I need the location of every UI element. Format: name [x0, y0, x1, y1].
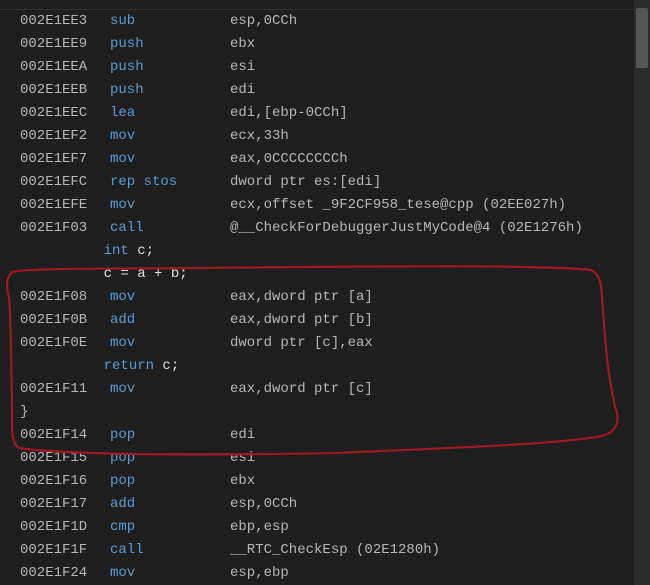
asm-line[interactable]: 002E1EE9pushebx: [20, 33, 630, 56]
mnemonic: push: [110, 33, 230, 56]
keyword: return: [104, 358, 154, 374]
scrollbar-thumb[interactable]: [636, 8, 648, 68]
asm-line[interactable]: 002E1EF2movecx,33h: [20, 125, 630, 148]
address: 002E1EEB: [20, 79, 110, 102]
address: 002E1EEA: [20, 56, 110, 79]
operand: edi,[ebp-0CCh]: [230, 102, 348, 125]
address: 002E1EFC: [20, 171, 110, 194]
address: 002E1F03: [20, 217, 110, 240]
address: 002E1F08: [20, 286, 110, 309]
operand: dword ptr [c],eax: [230, 332, 373, 355]
asm-line[interactable]: 002E1EECleaedi,[ebp-0CCh]: [20, 102, 630, 125]
address: 002E1F14: [20, 424, 110, 447]
operand: esp,0CCh: [230, 10, 297, 33]
operand: esp,0CCh: [230, 493, 297, 516]
keyword: int: [104, 243, 129, 259]
asm-line[interactable]: 002E1F11moveax,dword ptr [c]: [20, 378, 630, 401]
operand: ecx,offset _9F2CF958_tese@cpp (02EE027h): [230, 194, 566, 217]
address: 002E1EEC: [20, 102, 110, 125]
mnemonic: mov: [110, 378, 230, 401]
operand: ebx: [230, 33, 255, 56]
address: 002E1F24: [20, 562, 110, 585]
mnemonic: mov: [110, 148, 230, 171]
operand: @__CheckForDebuggerJustMyCode@4 (02E1276…: [230, 217, 583, 240]
asm-line[interactable]: 002E1F24movesp,ebp: [20, 562, 630, 585]
asm-line[interactable]: 002E1EEApushesi: [20, 56, 630, 79]
asm-line[interactable]: 002E1F17addesp,0CCh: [20, 493, 630, 516]
mnemonic: pop: [110, 424, 230, 447]
address: 002E1EF2: [20, 125, 110, 148]
source-line[interactable]: int c;: [20, 240, 630, 263]
asm-line[interactable]: 002E1EF7moveax,0CCCCCCCCh: [20, 148, 630, 171]
operand: eax,dword ptr [a]: [230, 286, 373, 309]
asm-line[interactable]: 002E1F15popesi: [20, 447, 630, 470]
mnemonic: cmp: [110, 516, 230, 539]
asm-line[interactable]: 002E1F0Emovdword ptr [c],eax: [20, 332, 630, 355]
operand: ecx,33h: [230, 125, 289, 148]
source-line[interactable]: return c;: [20, 355, 630, 378]
mnemonic: push: [110, 56, 230, 79]
asm-line[interactable]: 002E1EEBpushedi: [20, 79, 630, 102]
address: 002E1F17: [20, 493, 110, 516]
asm-line[interactable]: 002E1F03call@__CheckForDebuggerJustMyCod…: [20, 217, 630, 240]
mnemonic: call: [110, 539, 230, 562]
mnemonic: add: [110, 309, 230, 332]
scrollbar-track[interactable]: [634, 0, 650, 585]
closing-brace[interactable]: }: [20, 401, 630, 424]
address: 002E1EE3: [20, 10, 110, 33]
operand: dword ptr es:[edi]: [230, 171, 381, 194]
source-line[interactable]: c = a + b;: [20, 263, 630, 286]
address: 002E1F0B: [20, 309, 110, 332]
mnemonic: pop: [110, 470, 230, 493]
mnemonic: rep stos: [110, 171, 230, 194]
operand: esi: [230, 56, 255, 79]
mnemonic: lea: [110, 102, 230, 125]
operand: ebp,esp: [230, 516, 289, 539]
mnemonic: mov: [110, 125, 230, 148]
address: 002E1F0E: [20, 332, 110, 355]
operand: eax,0CCCCCCCCh: [230, 148, 348, 171]
address: 002E1EE9: [20, 33, 110, 56]
operand: eax,dword ptr [c]: [230, 378, 373, 401]
asm-line[interactable]: 002E1EE3subesp,0CCh: [20, 10, 630, 33]
mnemonic: call: [110, 217, 230, 240]
asm-line[interactable]: 002E1F1Dcmpebp,esp: [20, 516, 630, 539]
operand: edi: [230, 424, 255, 447]
operand: ebx: [230, 470, 255, 493]
operand: eax,dword ptr [b]: [230, 309, 373, 332]
address: 002E1F1F: [20, 539, 110, 562]
operand: esp,ebp: [230, 562, 289, 585]
mnemonic: mov: [110, 286, 230, 309]
disassembly-window: 002E1EE3subesp,0CCh002E1EE9pushebx002E1E…: [0, 0, 650, 585]
mnemonic: add: [110, 493, 230, 516]
mnemonic: mov: [110, 562, 230, 585]
asm-line[interactable]: 002E1EFCrep stosdword ptr es:[edi]: [20, 171, 630, 194]
mnemonic: sub: [110, 10, 230, 33]
operand: __RTC_CheckEsp (02E1280h): [230, 539, 440, 562]
address: 002E1EFE: [20, 194, 110, 217]
address: 002E1F15: [20, 447, 110, 470]
address: 002E1F16: [20, 470, 110, 493]
mnemonic: mov: [110, 194, 230, 217]
asm-line[interactable]: 002E1F1Fcall__RTC_CheckEsp (02E1280h): [20, 539, 630, 562]
asm-line[interactable]: 002E1F14popedi: [20, 424, 630, 447]
mnemonic: push: [110, 79, 230, 102]
address: 002E1F11: [20, 378, 110, 401]
asm-line[interactable]: 002E1F0Baddeax,dword ptr [b]: [20, 309, 630, 332]
mnemonic: pop: [110, 447, 230, 470]
operand: esi: [230, 447, 255, 470]
operand: edi: [230, 79, 255, 102]
asm-line[interactable]: 002E1F16popebx: [20, 470, 630, 493]
address: 002E1EF7: [20, 148, 110, 171]
title-bar: [0, 0, 650, 10]
asm-line[interactable]: 002E1EFEmovecx,offset _9F2CF958_tese@cpp…: [20, 194, 630, 217]
mnemonic: mov: [110, 332, 230, 355]
disassembly-content[interactable]: 002E1EE3subesp,0CCh002E1EE9pushebx002E1E…: [0, 10, 650, 585]
address: 002E1F1D: [20, 516, 110, 539]
asm-line[interactable]: 002E1F08moveax,dword ptr [a]: [20, 286, 630, 309]
